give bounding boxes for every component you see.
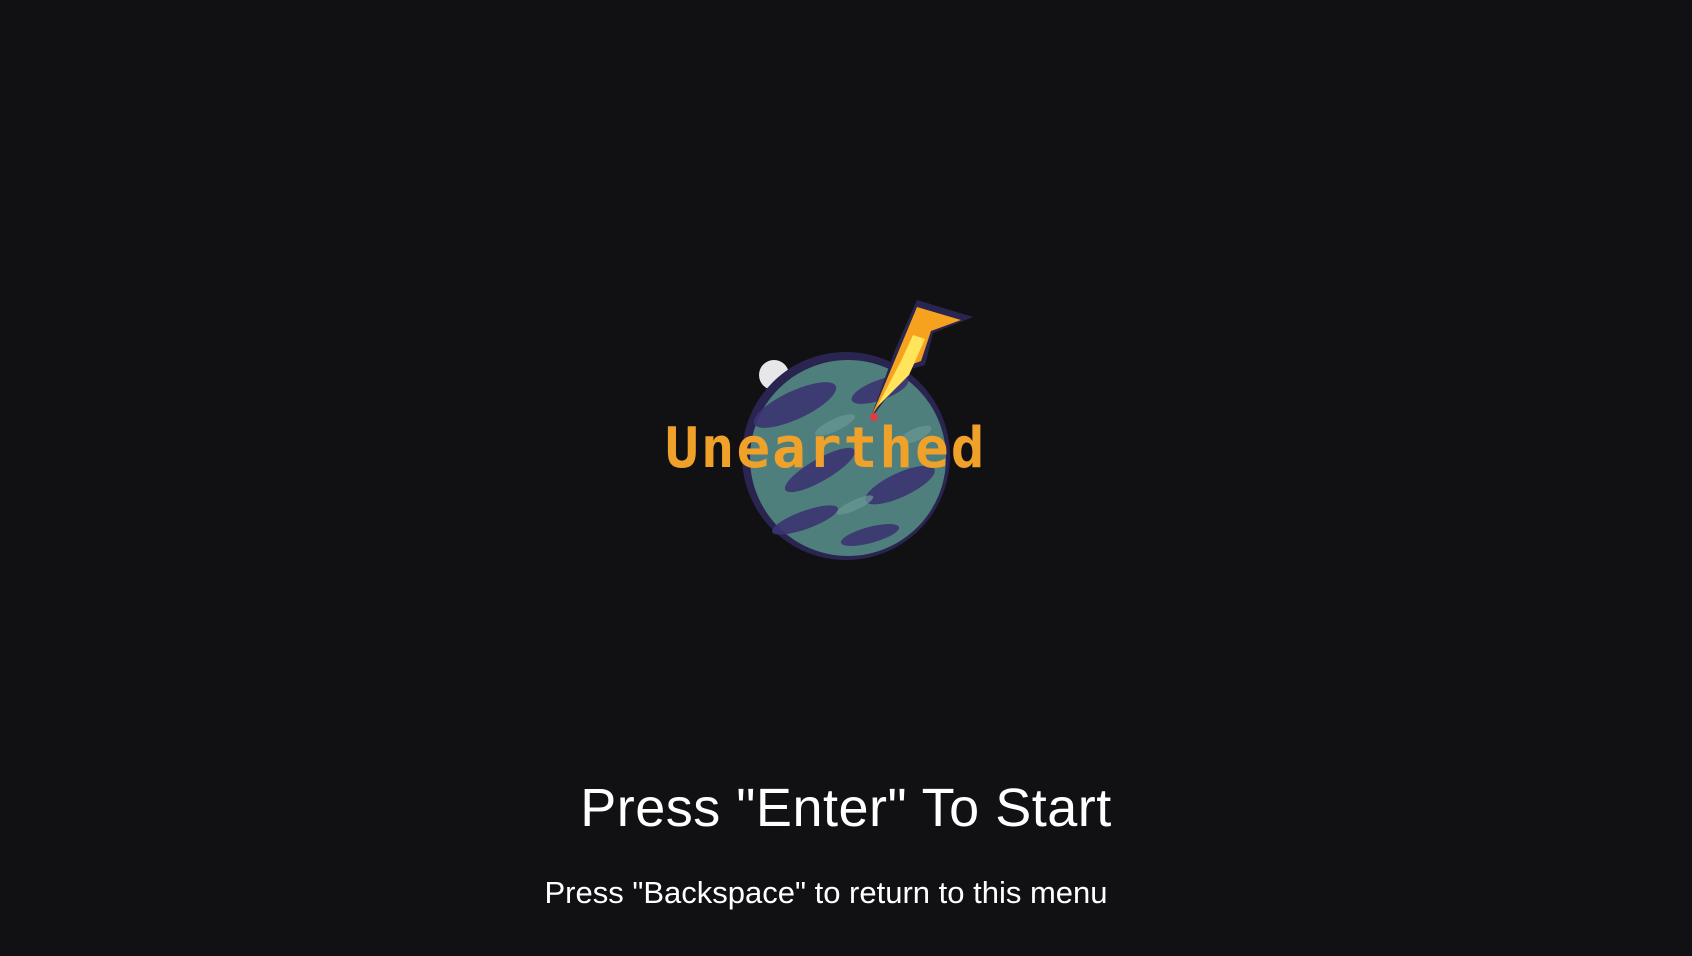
game-title: Unearthed (665, 416, 987, 481)
game-logo: Unearthed (655, 295, 1035, 575)
back-hint: Press "Backspace" to return to this menu (544, 875, 1108, 910)
title-screen: Unearthed Press "Enter" To Start Press "… (0, 0, 1692, 956)
start-prompt: Press "Enter" To Start (580, 778, 1112, 838)
